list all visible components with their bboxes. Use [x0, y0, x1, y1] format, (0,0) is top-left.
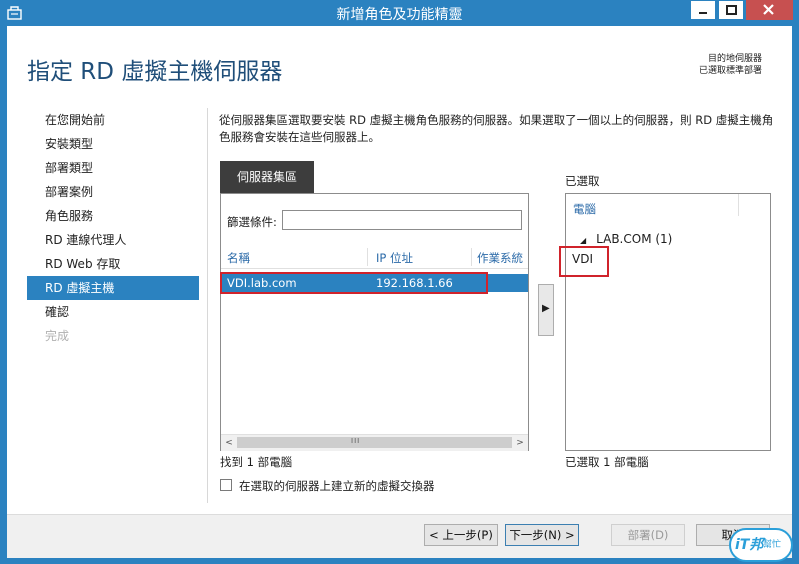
nav-item-before-you-begin[interactable]: 在您開始前	[27, 108, 199, 132]
horizontal-scrollbar[interactable]: < III >	[221, 434, 528, 451]
destination-server-label: 目的地伺服器	[707, 54, 762, 64]
nav-divider	[207, 108, 208, 503]
scroll-thumb[interactable]	[237, 437, 512, 448]
minimize-button[interactable]	[690, 0, 716, 20]
right-arrow-icon: ▶	[542, 303, 550, 314]
scroll-right-icon[interactable]: >	[513, 436, 527, 450]
selected-label: 已選取	[565, 174, 600, 188]
expand-triangle-icon[interactable]: ◢	[580, 236, 586, 245]
tab-server-pool[interactable]: 伺服器集區	[220, 161, 314, 193]
page-title: 指定 RD 虛擬主機伺服器	[27, 59, 283, 85]
nav-item-installation-type[interactable]: 安裝類型	[27, 132, 199, 156]
selected-count: 已選取 1 部電腦	[565, 455, 649, 469]
scroll-left-icon[interactable]: <	[222, 436, 236, 450]
maximize-button[interactable]	[718, 0, 744, 20]
selected-column-header[interactable]: 電腦	[573, 201, 596, 217]
destination-server-info: 目的地伺服器 已選取標準部署	[699, 53, 762, 77]
nav-item-completion: 完成	[45, 329, 70, 343]
scroll-grip-icon: III	[351, 437, 361, 445]
page-description: 從伺服器集區選取要安裝 RD 虛擬主機角色服務的伺服器。如果選取了一個以上的伺服…	[219, 113, 774, 144]
wizard-client-area: 指定 RD 虛擬主機伺服器 目的地伺服器 已選取標準部署 在您開始前 安裝類型 …	[7, 26, 792, 558]
found-count: 找到 1 部電腦	[220, 455, 293, 469]
nav-item-rd-virtualization-host[interactable]: RD 虛擬主機	[27, 276, 199, 300]
watermark-text: iT邦	[735, 537, 764, 553]
server-pool-panel: 篩選條件: 名稱 IP 位址 作業系統 VDI.lab.com 192.168.…	[220, 193, 529, 451]
deployment-type-label: 已選取標準部署	[698, 66, 762, 76]
nav-item-confirmation[interactable]: 確認	[27, 300, 199, 324]
domain-group-label: LAB.COM (1)	[596, 232, 673, 246]
deploy-button: 部署(D)	[611, 524, 685, 546]
highlight-server-row	[220, 272, 488, 294]
column-header-ip[interactable]: IP 位址	[376, 250, 413, 266]
add-to-selected-button[interactable]: ▶	[538, 284, 554, 336]
column-divider	[738, 194, 739, 216]
filter-input[interactable]	[282, 210, 522, 230]
server-grid-header: 名稱 IP 位址 作業系統	[221, 244, 528, 269]
selected-servers-panel: 電腦 ◢ LAB.COM (1) VDI	[565, 193, 771, 451]
nav-item-deployment-type[interactable]: 部署類型	[27, 156, 199, 180]
nav-item-deployment-scenario[interactable]: 部署案例	[27, 180, 199, 204]
nav-item-role-services[interactable]: 角色服務	[27, 204, 199, 228]
column-divider	[471, 248, 472, 266]
column-divider	[367, 248, 368, 266]
nav-item-rd-connection-broker[interactable]: RD 連線代理人	[27, 228, 199, 252]
next-button[interactable]: 下一步(N) >	[505, 524, 579, 546]
virtual-switch-checkbox[interactable]	[220, 479, 232, 491]
ithelp-watermark: iT邦 幫忙	[729, 528, 793, 562]
wizard-nav: 在您開始前 安裝類型 部署類型 部署案例 角色服務 RD 連線代理人 RD We…	[27, 108, 199, 348]
previous-button[interactable]: < 上一步(P)	[424, 524, 498, 546]
filter-label: 篩選條件:	[227, 215, 277, 229]
nav-item-rd-web-access[interactable]: RD Web 存取	[27, 252, 199, 276]
title-bar[interactable]: 新增角色及功能精靈	[0, 0, 799, 26]
wizard-window: 新增角色及功能精靈 指定 RD 虛擬主機伺服器 目的地伺服器 已選取標準部署 在…	[0, 0, 799, 564]
watermark-subtext: 幫忙	[763, 540, 782, 550]
highlight-selected-server	[559, 246, 609, 277]
close-button[interactable]	[746, 0, 793, 20]
column-header-name[interactable]: 名稱	[227, 250, 250, 266]
domain-group[interactable]: ◢ LAB.COM (1)	[580, 232, 672, 246]
window-title: 新增角色及功能精靈	[336, 7, 463, 23]
virtual-switch-label: 在選取的伺服器上建立新的虛擬交換器	[239, 479, 435, 493]
column-header-os[interactable]: 作業系統	[477, 250, 523, 266]
wizard-footer: < 上一步(P) 下一步(N) > 部署(D) 取消	[7, 514, 792, 558]
